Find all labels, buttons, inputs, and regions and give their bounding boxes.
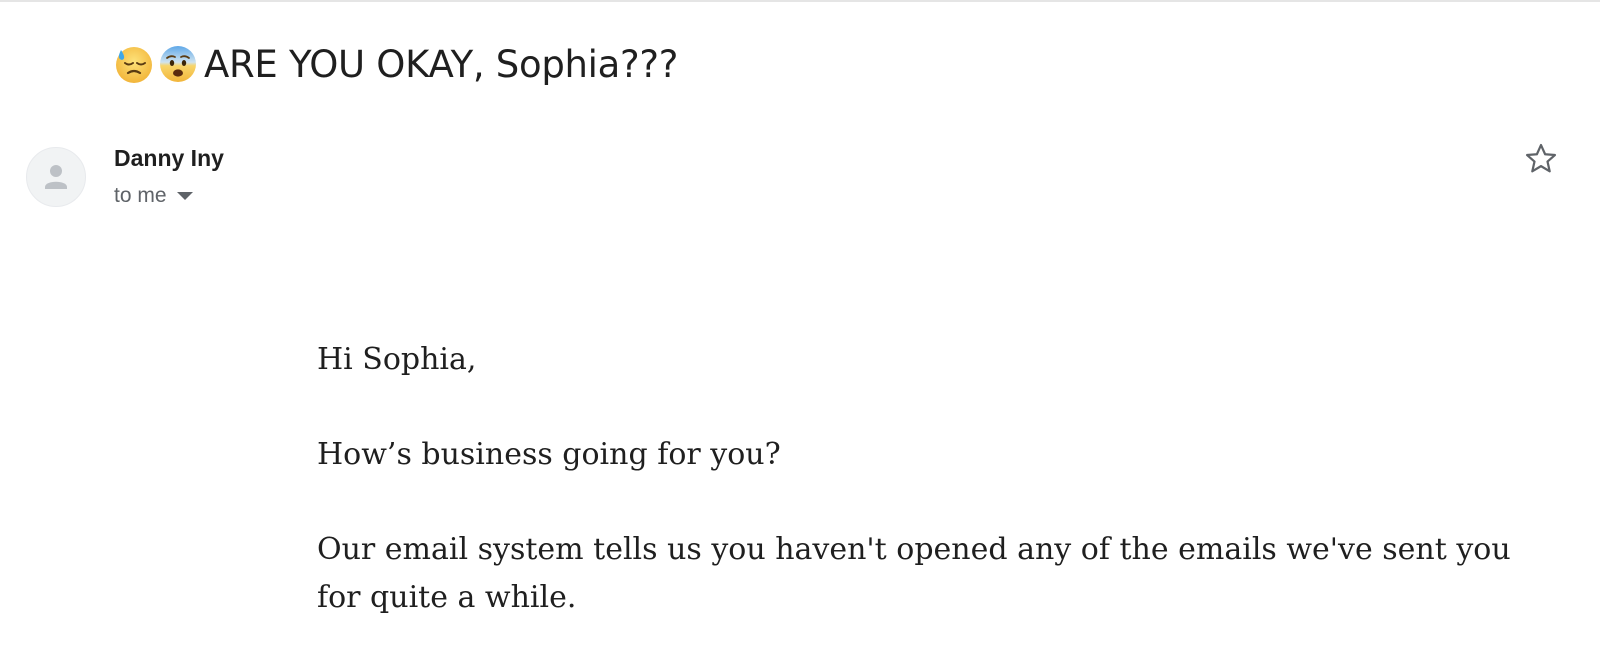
fearful-face-icon <box>158 44 198 84</box>
recipient-details-toggle[interactable]: to me <box>114 182 193 210</box>
star-outline-icon <box>1525 143 1557 173</box>
sender-name[interactable]: Danny Iny <box>114 145 224 172</box>
email-subject: ARE YOU OKAY, Sophia??? <box>114 36 678 92</box>
body-paragraph: How’s business going for you? <box>317 437 781 472</box>
body-paragraph: Our email system tells us you haven't op… <box>317 532 1511 615</box>
greeting-text: Hi Sophia, <box>317 342 477 377</box>
star-button[interactable] <box>1522 140 1560 178</box>
downcast-face-with-sweat-icon <box>114 44 154 84</box>
sender-avatar[interactable] <box>26 147 86 207</box>
top-divider <box>0 0 1600 2</box>
recipient-label: to me <box>114 184 167 207</box>
email-body: Hi Sophia, How’s business going for you?… <box>317 336 1517 666</box>
person-icon <box>45 165 67 189</box>
subject-text: ARE YOU OKAY, Sophia??? <box>204 42 679 86</box>
chevron-down-icon[interactable] <box>176 192 193 200</box>
